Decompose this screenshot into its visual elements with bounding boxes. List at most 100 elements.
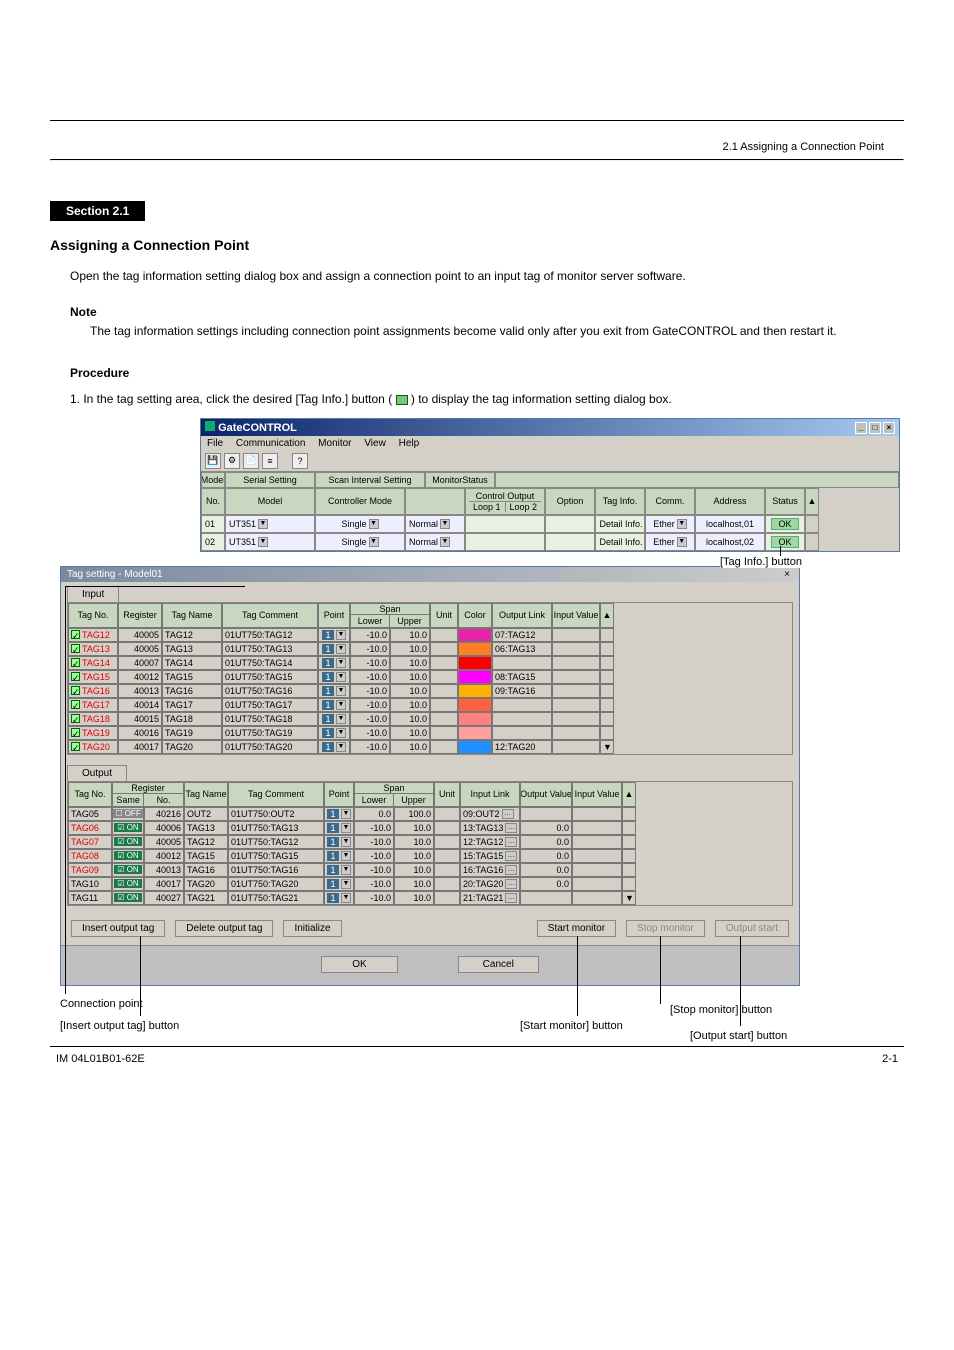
irow-lower[interactable]: -10.0 [350,670,390,684]
input-scroll[interactable]: ▼ [600,740,614,754]
row-monitorstatus[interactable]: Normal▼ [405,533,465,551]
irow-tagname[interactable]: TAG19 [162,726,222,740]
output-scroll[interactable] [622,807,636,821]
irow-tagcomment[interactable]: 01UT750:TAG17 [222,698,318,712]
irow-point[interactable]: 1▼ [318,698,350,712]
input-scroll[interactable] [600,628,614,642]
orow-same[interactable]: ☐ OFF [112,807,144,821]
orow-tagno[interactable]: TAG09 [68,863,112,877]
orow-inputlink[interactable]: 21:TAG21 … [460,891,520,905]
irow-tagcomment[interactable]: 01UT750:TAG20 [222,740,318,754]
irow-color[interactable] [458,698,492,712]
irow-tagno[interactable]: ✓TAG13 [68,642,118,656]
toolbar-help-icon[interactable]: ? [292,453,308,469]
irow-tagname[interactable]: TAG13 [162,642,222,656]
orow-tagname[interactable]: TAG12 [184,835,228,849]
orow-tagname[interactable]: TAG16 [184,863,228,877]
output-scroll[interactable] [622,835,636,849]
orow-lower[interactable]: -10.0 [354,821,394,835]
orow-lower[interactable]: -10.0 [354,877,394,891]
irow-upper[interactable]: 10.0 [390,740,430,754]
orow-upper[interactable]: 10.0 [394,891,434,905]
irow-tagname[interactable]: TAG17 [162,698,222,712]
menubar[interactable]: File Communication Monitor View Help [201,436,899,451]
irow-register[interactable]: 40017 [118,740,162,754]
irow-color[interactable] [458,642,492,656]
irow-point[interactable]: 1▼ [318,628,350,642]
orow-inputlink[interactable]: 12:TAG12 … [460,835,520,849]
irow-tagcomment[interactable]: 01UT750:TAG16 [222,684,318,698]
orow-upper[interactable]: 100.0 [394,807,434,821]
irow-register[interactable]: 40005 [118,642,162,656]
irow-outputlink[interactable]: 09:TAG16 [492,684,552,698]
irow-tagcomment[interactable]: 01UT750:TAG18 [222,712,318,726]
input-scroll[interactable] [600,656,614,670]
same-toggle[interactable]: ☑ ON [114,893,141,902]
orow-outputvalue[interactable]: 0.0 [520,835,572,849]
delete-output-tag-button[interactable]: Delete output tag [175,920,273,937]
irow-register[interactable]: 40014 [118,698,162,712]
orow-same[interactable]: ☑ ON [112,821,144,835]
irow-register[interactable]: 40005 [118,628,162,642]
orow-same[interactable]: ☑ ON [112,891,144,905]
orow-outputvalue[interactable]: 0.0 [520,849,572,863]
orow-inputlink[interactable]: 09:OUT2 … [460,807,520,821]
irow-point[interactable]: 1▼ [318,740,350,754]
irow-register[interactable]: 40007 [118,656,162,670]
irow-unit[interactable] [430,712,458,726]
irow-tagno[interactable]: ✓TAG19 [68,726,118,740]
taginfo-button[interactable]: Detail Info. [595,515,645,533]
orow-lower[interactable]: 0.0 [354,807,394,821]
toolbar-save-icon[interactable]: 💾 [205,453,221,469]
orow-upper[interactable]: 10.0 [394,877,434,891]
irow-tagno[interactable]: ✓TAG16 [68,684,118,698]
irow-outputlink[interactable] [492,726,552,740]
input-scroll[interactable] [600,684,614,698]
orow-tagname[interactable]: TAG20 [184,877,228,891]
orow-unit[interactable] [434,849,460,863]
orow-unit[interactable] [434,807,460,821]
orow-tagname[interactable]: TAG13 [184,821,228,835]
orow-tagno[interactable]: TAG11 [68,891,112,905]
irow-point[interactable]: 1▼ [318,670,350,684]
orow-tagcomment[interactable]: 01UT750:OUT2 [228,807,324,821]
orow-regno[interactable]: 40012 [144,849,184,863]
orow-upper[interactable]: 10.0 [394,863,434,877]
orow-tagcomment[interactable]: 01UT750:TAG20 [228,877,324,891]
irow-unit[interactable] [430,628,458,642]
input-scroll-up[interactable]: ▲ [600,603,614,628]
orow-tagno[interactable]: TAG08 [68,849,112,863]
irow-color[interactable] [458,684,492,698]
irow-tagname[interactable]: TAG16 [162,684,222,698]
orow-inputlink[interactable]: 13:TAG13 … [460,821,520,835]
output-scroll[interactable] [622,849,636,863]
orow-outputvalue[interactable]: 0.0 [520,877,572,891]
irow-point[interactable]: 1▼ [318,684,350,698]
orow-outputvalue[interactable] [520,807,572,821]
insert-output-tag-button[interactable]: Insert output tag [71,920,165,937]
orow-upper[interactable]: 10.0 [394,849,434,863]
same-toggle[interactable]: ☑ ON [114,865,141,874]
irow-color[interactable] [458,712,492,726]
irow-tagname[interactable]: TAG12 [162,628,222,642]
irow-tagname[interactable]: TAG15 [162,670,222,684]
orow-tagcomment[interactable]: 01UT750:TAG16 [228,863,324,877]
orow-regno[interactable]: 40017 [144,877,184,891]
irow-upper[interactable]: 10.0 [390,684,430,698]
orow-regno[interactable]: 40006 [144,821,184,835]
orow-unit[interactable] [434,835,460,849]
orow-tagname[interactable]: OUT2 [184,807,228,821]
orow-tagno[interactable]: TAG07 [68,835,112,849]
irow-tagno[interactable]: ✓TAG14 [68,656,118,670]
irow-register[interactable]: 40012 [118,670,162,684]
tab-output[interactable]: Output [67,765,127,781]
orow-point[interactable]: 1▼ [324,807,354,821]
input-scroll[interactable] [600,642,614,656]
output-scroll[interactable]: ▼ [622,891,636,905]
orow-tagcomment[interactable]: 01UT750:TAG13 [228,821,324,835]
same-toggle[interactable]: ☑ ON [114,837,141,846]
toolbar-list-icon[interactable]: ≡ [262,453,278,469]
toolbar-doc-icon[interactable]: 📄 [243,453,259,469]
irow-tagname[interactable]: TAG14 [162,656,222,670]
scrollbar-up[interactable]: ▲ [805,488,819,515]
